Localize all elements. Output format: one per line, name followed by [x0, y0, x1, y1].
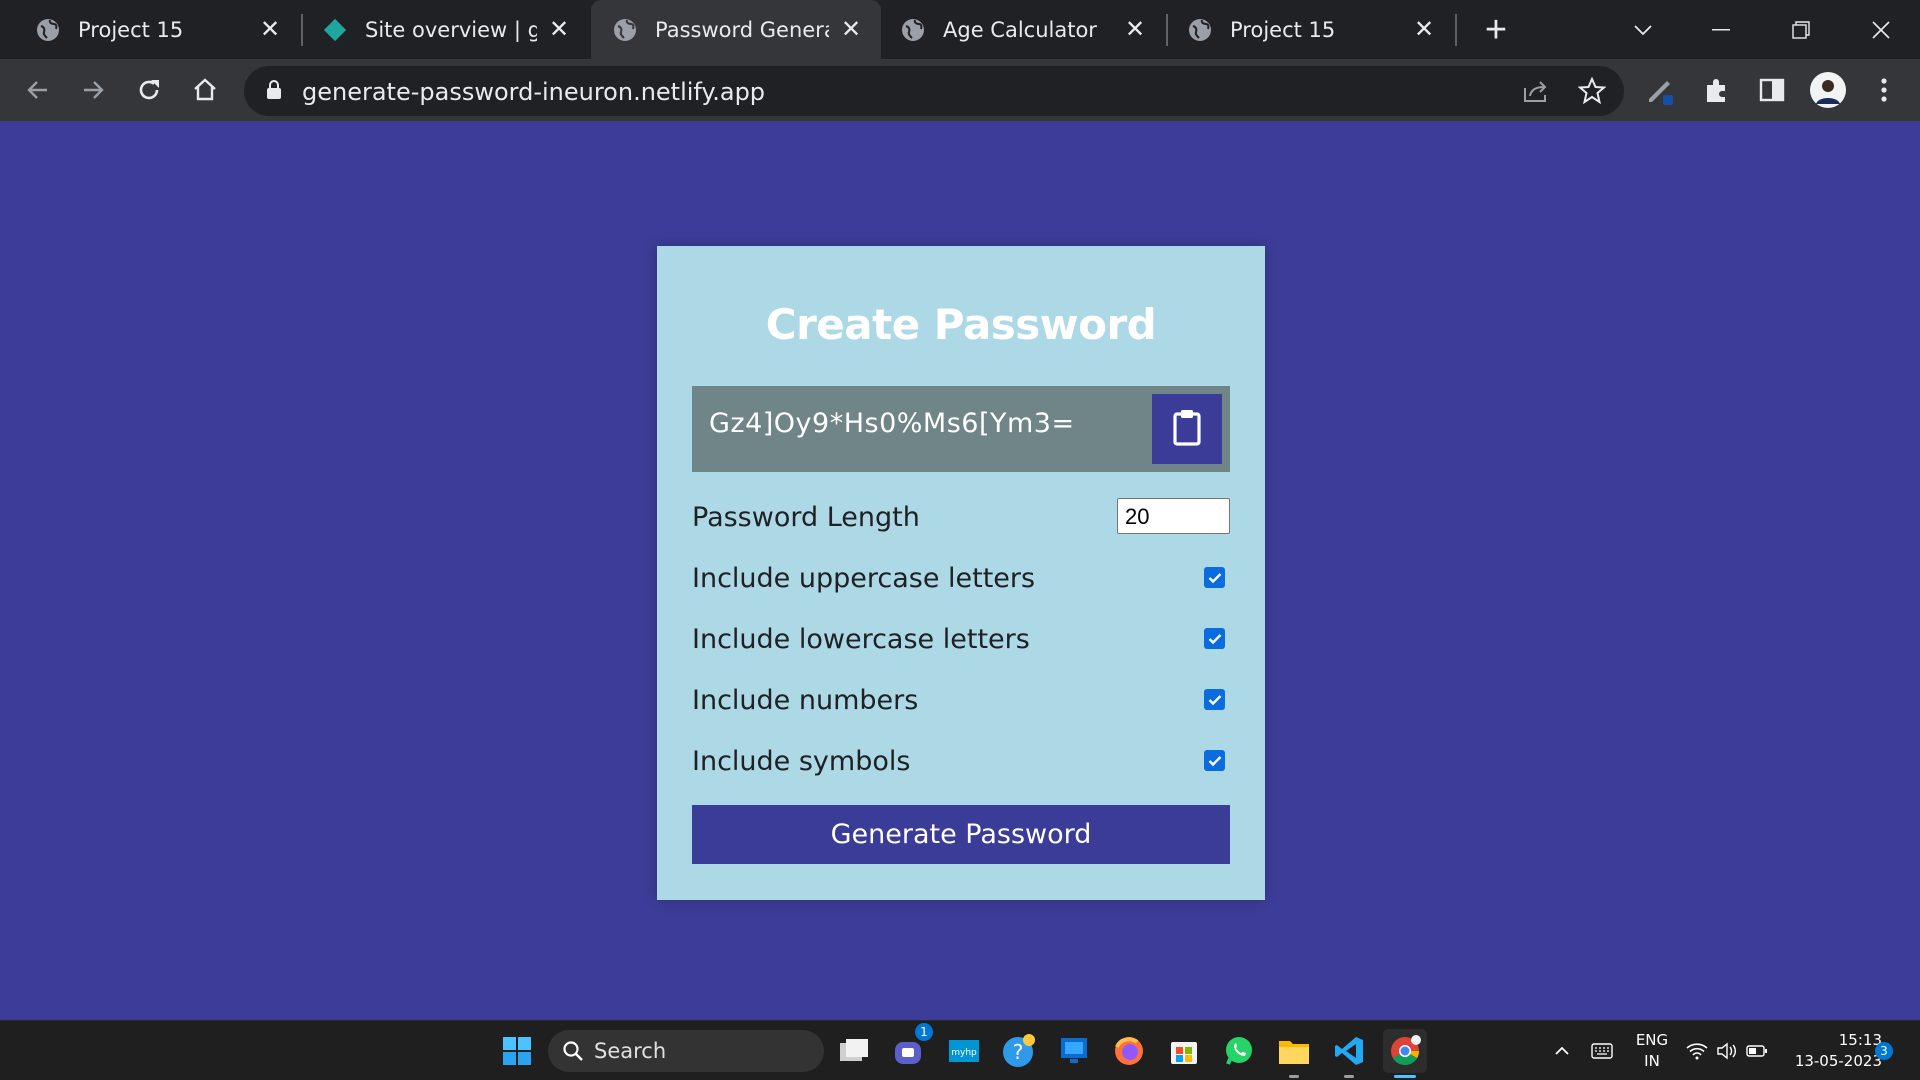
- password-length-row: Password Length 20: [692, 498, 1230, 538]
- tab-strip: Project 15 ✕ Site overview | gen ✕ Passw…: [0, 0, 1920, 59]
- close-window-button[interactable]: [1846, 0, 1916, 59]
- microsoft-store-icon[interactable]: [1164, 1031, 1204, 1071]
- option-symbols-label: Include symbols: [692, 746, 911, 777]
- globe-icon: [901, 18, 925, 42]
- myhp-icon[interactable]: myhp: [944, 1031, 984, 1071]
- globe-icon: [36, 18, 60, 42]
- tab-title: Site overview | gen: [365, 17, 537, 42]
- whatsapp-icon[interactable]: [1219, 1031, 1259, 1071]
- teams-badge: 1: [915, 1023, 933, 1041]
- page-title: Create Password: [765, 300, 1157, 349]
- copy-to-clipboard-button[interactable]: [1152, 394, 1222, 464]
- netlify-icon: [323, 18, 347, 42]
- tray-overflow-chevron-icon[interactable]: [1542, 1031, 1582, 1071]
- symbols-checkbox[interactable]: [1204, 750, 1225, 771]
- tab-project-15[interactable]: Project 15 ✕: [0, 0, 300, 59]
- tab-site-overview[interactable]: Site overview | gen ✕: [303, 0, 589, 59]
- uppercase-checkbox[interactable]: [1204, 567, 1225, 588]
- password-length-value: 20: [1125, 504, 1150, 529]
- close-icon[interactable]: ✕: [839, 16, 863, 43]
- tab-title: Password Generato: [655, 17, 829, 42]
- profile-avatar[interactable]: [1808, 70, 1848, 110]
- keyboard-icon[interactable]: [1582, 1031, 1622, 1071]
- firefox-icon[interactable]: [1109, 1031, 1149, 1071]
- tab-project-15-second[interactable]: Project 15 ✕: [1168, 0, 1454, 59]
- restore-button[interactable]: [1766, 0, 1836, 59]
- running-indicator: [1344, 1075, 1354, 1078]
- option-lowercase-row: Include lowercase letters: [692, 620, 1230, 660]
- hp-display-icon[interactable]: [1054, 1031, 1094, 1071]
- address-bar[interactable]: generate-password-ineuron.netlify.app: [244, 66, 1624, 116]
- globe-icon: [613, 18, 637, 42]
- close-icon[interactable]: ✕: [1412, 16, 1436, 43]
- menu-kebab-icon[interactable]: [1864, 70, 1904, 110]
- active-app-indicator: [1394, 1075, 1416, 1078]
- generate-password-button[interactable]: Generate Password: [692, 805, 1230, 864]
- close-icon[interactable]: ✕: [258, 16, 282, 43]
- task-view-icon[interactable]: [834, 1031, 874, 1071]
- file-explorer-icon[interactable]: [1274, 1031, 1314, 1071]
- password-length-input[interactable]: 20: [1117, 498, 1230, 534]
- clock-date[interactable]: 13-05-2023: [1772, 1052, 1882, 1070]
- tab-age-calculator[interactable]: Age Calculator ✕: [881, 0, 1165, 59]
- close-icon[interactable]: ✕: [1123, 16, 1147, 43]
- help-icon[interactable]: ?: [999, 1031, 1039, 1071]
- teams-chat-icon[interactable]: 1: [889, 1023, 933, 1071]
- password-result-box: Gz4]Oy9*Hs0%Ms6[Ym3=: [692, 386, 1230, 472]
- share-icon[interactable]: [1522, 78, 1550, 109]
- minimize-button[interactable]: [1686, 0, 1756, 59]
- home-button[interactable]: [185, 70, 225, 110]
- search-icon: [562, 1040, 584, 1067]
- chrome-icon[interactable]: [1383, 1029, 1427, 1073]
- bookmark-star-icon[interactable]: [1577, 76, 1607, 110]
- pen-extension-icon[interactable]: [1640, 70, 1680, 110]
- running-indicator: [1289, 1075, 1299, 1078]
- clipboard-icon: [1172, 408, 1202, 451]
- svg-text:?: ?: [1013, 1040, 1024, 1064]
- generated-password[interactable]: Gz4]Oy9*Hs0%Ms6[Ym3=: [709, 408, 1075, 439]
- close-icon[interactable]: ✕: [547, 16, 571, 43]
- notification-count-badge[interactable]: 3: [1875, 1042, 1893, 1060]
- forward-button[interactable]: [73, 70, 113, 110]
- side-panel-icon[interactable]: [1752, 70, 1792, 110]
- lowercase-checkbox[interactable]: [1204, 628, 1225, 649]
- vscode-icon[interactable]: [1329, 1031, 1369, 1071]
- tab-search-button[interactable]: [1608, 0, 1678, 59]
- tab-title: Project 15: [1230, 17, 1336, 42]
- tab-title: Age Calculator: [943, 17, 1097, 42]
- option-symbols-row: Include symbols: [692, 742, 1230, 782]
- option-numbers-row: Include numbers: [692, 681, 1230, 721]
- url-text[interactable]: generate-password-ineuron.netlify.app: [302, 78, 765, 106]
- battery-icon[interactable]: [1737, 1031, 1777, 1071]
- clock-time[interactable]: 15:13: [1782, 1031, 1882, 1049]
- option-uppercase-label: Include uppercase letters: [692, 563, 1036, 594]
- windows-start-icon[interactable]: [497, 1031, 537, 1071]
- lock-icon[interactable]: [266, 80, 282, 105]
- extensions-puzzle-icon[interactable]: [1697, 70, 1737, 110]
- option-uppercase-row: Include uppercase letters: [692, 559, 1230, 599]
- new-tab-button[interactable]: +: [1476, 9, 1516, 51]
- globe-icon: [1188, 18, 1212, 42]
- numbers-checkbox[interactable]: [1204, 689, 1225, 710]
- tab-separator: [1455, 14, 1457, 46]
- svg-text:myhp: myhp: [951, 1048, 977, 1058]
- search-label: Search: [594, 1039, 667, 1063]
- tab-title: Project 15: [78, 17, 184, 42]
- language-line2[interactable]: IN: [1630, 1052, 1674, 1070]
- windows-taskbar: Search 1 myhp ? ENG IN 15:13 13-05-2023 …: [0, 1020, 1920, 1080]
- back-button[interactable]: [18, 70, 58, 110]
- tab-password-generator[interactable]: Password Generato ✕: [591, 0, 881, 59]
- language-line1[interactable]: ENG: [1630, 1031, 1674, 1049]
- taskbar-search-box[interactable]: Search: [548, 1030, 824, 1072]
- password-generator-card: Create Password Gz4]Oy9*Hs0%Ms6[Ym3= Pas…: [657, 246, 1265, 900]
- password-length-label: Password Length: [692, 502, 920, 533]
- option-lowercase-label: Include lowercase letters: [692, 624, 1030, 655]
- reload-button[interactable]: [129, 70, 169, 110]
- option-numbers-label: Include numbers: [692, 685, 919, 716]
